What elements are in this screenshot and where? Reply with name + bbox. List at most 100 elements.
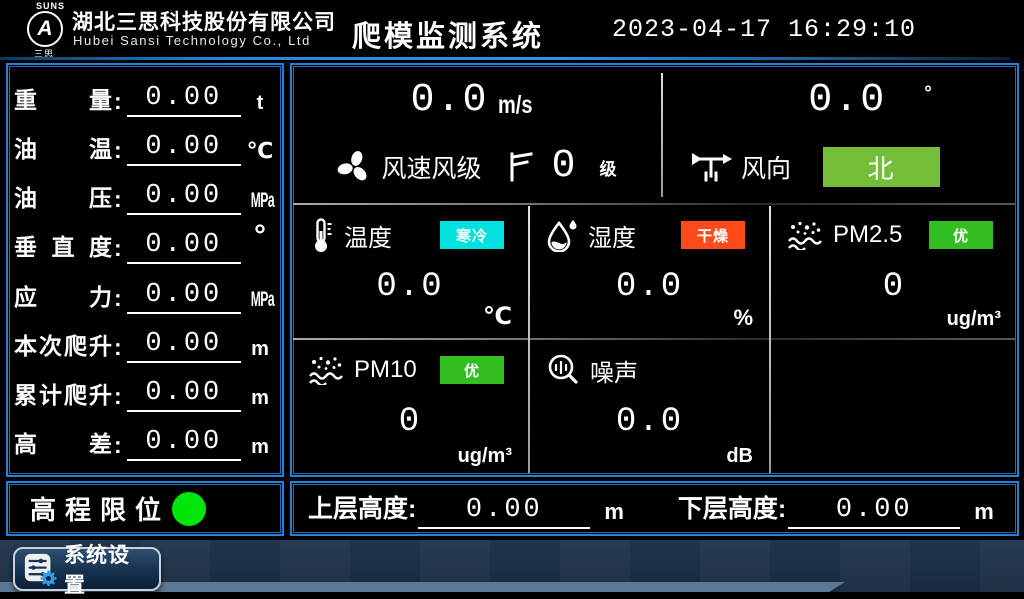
measure-value: 0.00 [127, 380, 241, 412]
env-cell-temperature: 温度 寒冷 0.0 ℃ [294, 206, 526, 337]
status-badge-pm25: 优 [929, 221, 993, 249]
env-cell-humidity: 湿度 干燥 0.0 % [532, 206, 767, 337]
wind-direction-section: 0.0 ° 风向 北 [663, 65, 1017, 203]
elevation-limit-label: 高程限位 [30, 490, 170, 527]
measure-value: 0.00 [127, 134, 241, 166]
droplet-icon [546, 218, 578, 252]
env-value: 0 [294, 403, 526, 441]
env-value: 0.0 [532, 403, 767, 441]
upper-height-value: 0.00 [418, 497, 590, 529]
thermometer-icon [308, 217, 334, 253]
wind-speed-section: 0.0 m/s 风速风级 [292, 65, 660, 203]
env-value: 0 [773, 268, 1015, 306]
measure-unit: ° [244, 222, 276, 255]
company-logo-icon: A [27, 11, 63, 47]
measure-unit: ℃ [244, 138, 276, 170]
measure-row-total-climb: 累计爬升: 0.00 m [14, 370, 276, 416]
measure-label: 应 力 [14, 278, 112, 318]
measure-label: 垂直度 [14, 228, 112, 268]
env-label: 湿度 [588, 218, 636, 253]
colon: : [114, 235, 122, 262]
env-value: 0.0 [532, 268, 767, 306]
environment-panel: 0.0 m/s 风速风级 [290, 63, 1019, 477]
measure-label: 油 压 [14, 179, 112, 219]
env-unit: ℃ [483, 302, 512, 331]
colon: : [114, 137, 122, 164]
measure-unit: MPa [251, 189, 270, 219]
measure-label: 本次爬升 [14, 327, 112, 367]
wind-level-unit: 级 [600, 155, 617, 180]
env-unit: % [733, 305, 753, 331]
footer-bottom-edge [0, 592, 1024, 599]
lower-height-unit: m [974, 499, 994, 529]
grid-divider-vertical-1 [528, 206, 530, 473]
wind-direction-unit: ° [924, 83, 932, 105]
particles-icon [787, 220, 823, 250]
settings-button-label: 系统设置 [64, 540, 151, 599]
measure-label: 累计爬升 [14, 376, 112, 416]
measure-unit: m [244, 338, 276, 367]
green-circle-light [172, 492, 206, 526]
env-unit: ug/m³ [458, 445, 512, 468]
grid-divider-horizontal-2 [293, 338, 1016, 340]
measure-unit: t [244, 92, 276, 121]
particles-icon [308, 355, 344, 385]
measure-row-oil-pressure: 油 压: 0.00 MPa [14, 173, 276, 219]
wind-direction-label: 风向 [741, 149, 791, 185]
lower-height-value: 0.00 [788, 497, 960, 529]
measure-row-current-climb: 本次爬升: 0.00 m [14, 321, 276, 367]
measure-row-oil-temp: 油 温: 0.00 ℃ [14, 124, 276, 170]
env-value: 0.0 [294, 268, 526, 306]
system-settings-button[interactable]: 系统设置 [13, 547, 161, 591]
colon: : [114, 334, 122, 361]
colon: : [114, 383, 122, 410]
env-cell-pm10: PM10 优 0 ug/m³ [294, 341, 526, 474]
wind-direction-badge: 北 [823, 147, 940, 187]
env-label: PM2.5 [833, 221, 902, 249]
measurements-panel: 重 量: 0.00 t 油 温: 0.00 ℃ 油 压: 0.00 MPa 垂直… [6, 63, 284, 477]
wind-direction-value: 0.0 [808, 79, 886, 123]
measure-row-verticality: 垂直度: 0.00 ° [14, 222, 276, 268]
measure-row-height-diff: 高 差: 0.00 m [14, 419, 276, 465]
upper-height-label: 上层高度: [308, 489, 416, 529]
measure-value: 0.00 [127, 331, 241, 363]
layer-heights-box: 上层高度: 0.00 m 下层高度: 0.00 m [290, 481, 1019, 536]
measure-value: 0.00 [127, 232, 241, 264]
wind-vane-icon [689, 151, 733, 183]
measure-label: 高 差 [14, 425, 112, 465]
measure-unit: MPa [251, 288, 270, 318]
upper-height-unit: m [604, 499, 624, 529]
env-cell-pm25: PM2.5 优 0 ug/m³ [773, 206, 1015, 337]
wind-speed-label: 风速风级 [381, 149, 481, 185]
footer-bar: 系统设置 [0, 540, 1024, 599]
status-badge-pm10: 优 [440, 356, 504, 384]
measure-unit: m [244, 387, 276, 416]
colon: : [114, 88, 122, 115]
measure-value: 0.00 [127, 183, 241, 215]
sliders-gear-icon [23, 552, 57, 586]
wind-flag-icon [508, 151, 534, 183]
measure-unit: m [244, 436, 276, 465]
env-unit: ug/m³ [947, 308, 1001, 331]
measure-row-stress: 应 力: 0.00 MPa [14, 272, 276, 318]
fan-icon [335, 148, 373, 186]
env-cell-noise: 噪声 0.0 dB [532, 341, 767, 474]
env-label: 噪声 [590, 353, 638, 388]
datetime-display: 2023-04-17 16:29:10 [612, 15, 916, 44]
env-unit: dB [726, 445, 753, 468]
colon: : [114, 432, 122, 459]
measure-label: 重 量 [14, 81, 112, 121]
upper-height-group: 上层高度: 0.00 m [308, 489, 624, 529]
grid-divider-vertical-2 [769, 206, 771, 473]
noise-icon [546, 353, 580, 387]
logo-letter: A [37, 17, 52, 41]
logo-brand-top: SUNS [36, 1, 65, 11]
company-name-cn: 湖北三思科技股份有限公司 [72, 6, 336, 36]
grid-divider-horizontal-1 [293, 203, 1016, 205]
colon: : [114, 285, 122, 312]
measure-label: 油 温 [14, 130, 112, 170]
measure-value: 0.00 [127, 429, 241, 461]
wind-speed-unit: m/s [498, 91, 532, 120]
monitoring-screen: SUNS A 三思 湖北三思科技股份有限公司 Hubei Sansi Techn… [0, 0, 1024, 599]
colon: : [114, 186, 122, 213]
